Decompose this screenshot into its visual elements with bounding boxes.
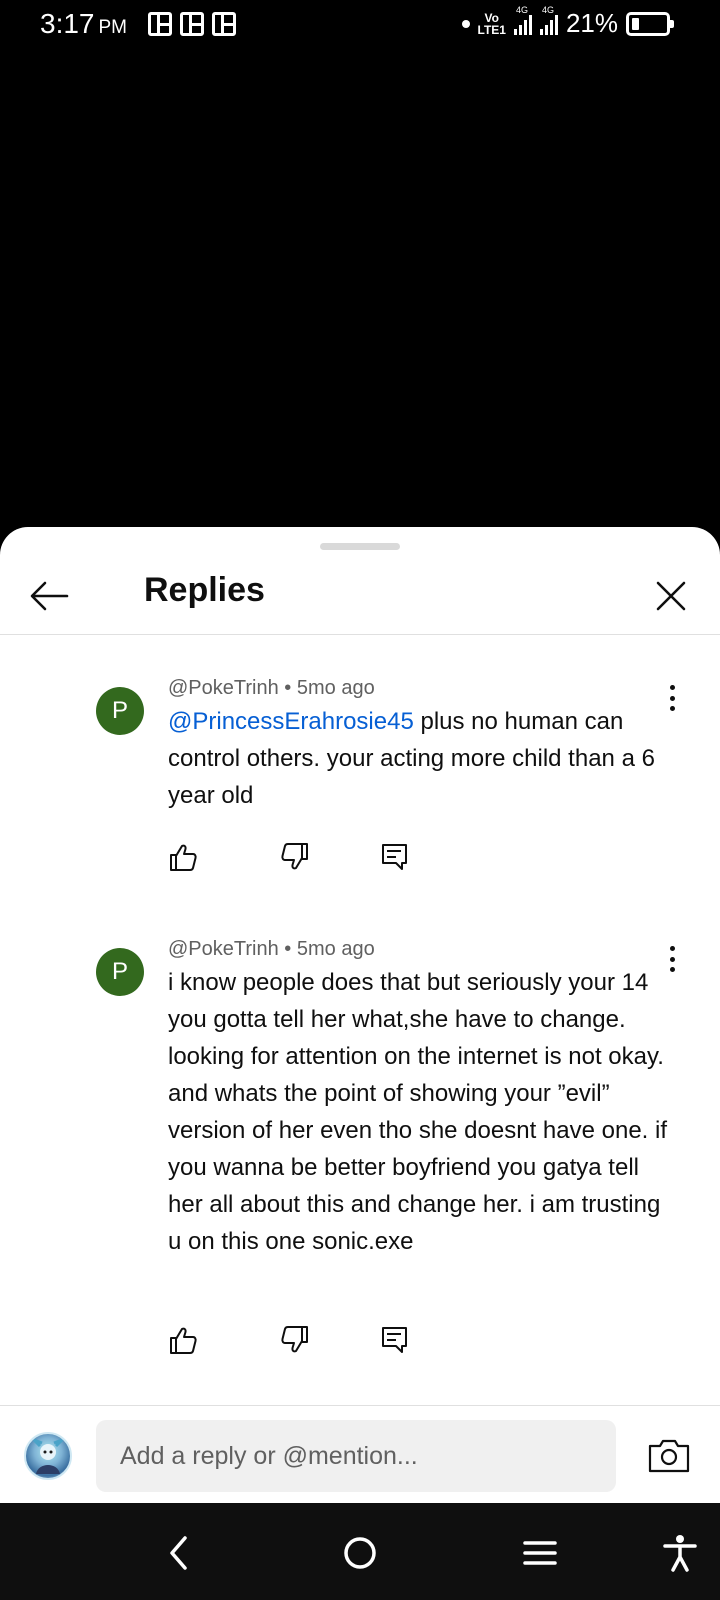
dot [669,967,675,972]
app-notification-icon [148,12,172,36]
comment-body: i know people does that but seriously yo… [168,969,667,1255]
signal-2-icon: 4G [539,5,558,35]
thumbs-down-icon[interactable] [280,1325,310,1355]
status-time: 3:17 PM [40,8,127,40]
clock-ampm: PM [98,17,128,38]
replies-sheet: Replies P @PokeTrinh • 5mo ago @Princess… [0,527,720,1503]
network-type-1: 4G [515,4,528,15]
comment-age: 5mo ago [296,938,375,960]
clock-time: 3:17 [40,8,95,39]
meta-separator: • [284,938,292,960]
signal-1-icon: 4G [513,5,532,35]
nav-recents-icon[interactable] [520,1533,560,1573]
avatar[interactable]: P [96,687,144,735]
thumbs-up-icon[interactable] [168,1325,198,1355]
user-avatar[interactable] [24,1432,72,1480]
dot [669,706,675,711]
page-title: Replies [144,571,265,609]
avatar[interactable]: P [96,948,144,996]
battery-fill [632,17,639,30]
dot [669,685,675,690]
close-button[interactable] [648,573,694,619]
profile-picture-icon [32,1438,64,1474]
reply-input[interactable]: Add a reply or @mention... [96,1420,616,1492]
lte-label: LTE1 [477,22,506,37]
close-icon [656,581,686,611]
status-right: Vo LTE1 4G 4G 21% [461,5,674,39]
app-notification-icon [180,12,204,36]
thumbs-down-icon[interactable] [280,842,310,872]
meta-separator: • [284,677,292,699]
battery-icon [626,11,674,36]
comment-author[interactable]: @PokeTrinh [168,677,279,699]
comment-meta: @PokeTrinh • 5mo ago [168,938,375,961]
battery-percent: 21% [565,8,618,38]
comment-meta: @PokeTrinh • 5mo ago [168,677,375,700]
status-bar: 3:17 PM Vo LTE1 4G 4G 21% [0,0,720,50]
drag-handle[interactable] [320,543,400,550]
nav-home-icon[interactable] [340,1533,380,1573]
arrow-left-icon [30,581,69,611]
reply-icon[interactable] [380,1325,410,1355]
comment-actions [168,1325,410,1355]
thumbs-up-icon[interactable] [168,842,198,872]
dot [669,695,675,701]
comment-actions [168,842,410,872]
comment-age: 5mo ago [296,677,375,699]
dot [669,946,675,951]
volte-label: Vo [484,10,499,25]
comment-author[interactable]: @PokeTrinh [168,938,279,960]
dot-indicator-icon [461,19,470,28]
network-type-2: 4G [541,4,554,15]
comment-text: @PrincessErahrosie45 plus no human can c… [168,703,668,814]
accessibility-icon[interactable] [660,1533,700,1573]
camera-icon[interactable] [648,1436,690,1474]
reply-icon[interactable] [380,842,410,872]
volte-indicator: Vo LTE1 [478,12,506,36]
app-notification-icon [212,12,236,36]
back-button[interactable] [26,573,72,619]
reply-composer: Add a reply or @mention... [0,1405,720,1503]
mention-link[interactable]: @PrincessErahrosie45 [168,708,414,735]
notification-icons [148,12,236,36]
system-nav-bar [0,1503,720,1600]
nav-back-icon[interactable] [160,1533,200,1573]
dot [669,956,675,962]
sheet-header: Replies [0,557,720,635]
